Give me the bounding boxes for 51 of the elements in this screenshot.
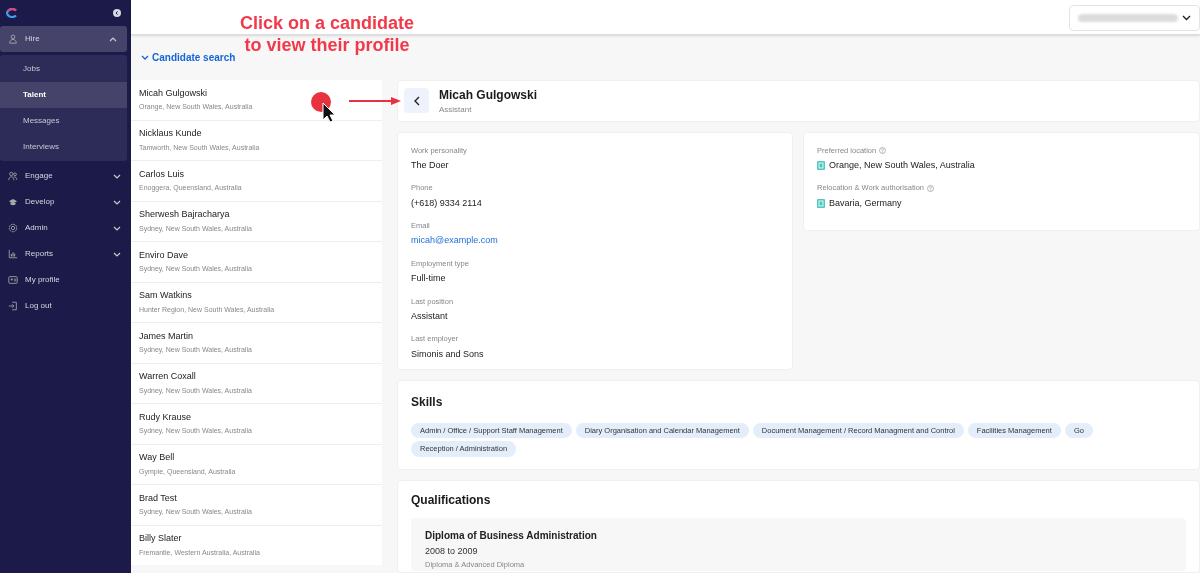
field-value: Full-time <box>411 272 447 286</box>
qualification-title: Diploma of Business Administration <box>425 528 598 543</box>
field-value: (+618) 9334 2114 <box>411 196 483 210</box>
chevron-up-icon <box>109 36 117 42</box>
submenu-item[interactable]: Talent <box>0 82 127 108</box>
chevron-down-icon <box>113 173 121 179</box>
submenu-item[interactable]: Interviews <box>0 134 127 160</box>
sidebar-item[interactable]: Reports <box>0 241 131 267</box>
click-marker-icon <box>310 91 336 125</box>
annotation-text: Click on a candidate to view their profile <box>238 12 416 56</box>
section-title: Qualifications <box>411 491 492 509</box>
sidebar-item[interactable]: Develop <box>0 189 131 215</box>
sidebar-item[interactable]: My profile <box>0 267 131 293</box>
bar-chart-icon <box>8 249 18 259</box>
help-icon <box>879 146 887 154</box>
chevron-down-icon <box>113 251 121 257</box>
field-value: Bavaria, Germany <box>829 196 902 210</box>
location-icon <box>817 161 825 171</box>
candidate-search-toggle[interactable]: Candidate search <box>141 50 236 65</box>
candidate-title: Assistant <box>439 103 473 116</box>
section-title: Skills <box>411 394 444 412</box>
help-icon <box>927 184 934 192</box>
location-icon <box>817 198 825 208</box>
settings-icon <box>8 223 18 233</box>
sidebar-item[interactable]: Log out <box>0 293 131 319</box>
field-value: Assistant <box>411 309 449 323</box>
field-value: Simonis and Sons <box>411 347 485 361</box>
sidebar-item[interactable]: Hire <box>0 26 127 52</box>
people-icon <box>8 171 18 181</box>
email-link[interactable]: micah@example.com <box>411 234 779 248</box>
logo-icon <box>6 8 18 18</box>
qualification-years: 2008 to 2009 <box>425 544 479 558</box>
chevron-left-icon <box>413 95 420 106</box>
chevron-down-icon <box>113 225 121 231</box>
field-value: The Doer <box>411 158 450 172</box>
field-value: Orange, New South Wales, Australia <box>829 158 975 172</box>
logout-icon <box>8 301 18 311</box>
back-button[interactable] <box>404 88 429 114</box>
sidebar-item[interactable]: Admin <box>0 215 131 241</box>
submenu-item[interactable]: Jobs <box>0 56 127 82</box>
annotation-arrow <box>349 96 401 106</box>
candidate-name: Micah Gulgowski <box>439 86 537 104</box>
chevron-down-icon <box>113 199 121 205</box>
sidebar-item[interactable]: Engage <box>0 163 131 189</box>
person-icon <box>8 34 18 44</box>
id-card-icon <box>8 275 18 285</box>
submenu-item[interactable]: Messages <box>0 108 127 134</box>
chevron-down-icon <box>1182 14 1191 21</box>
graduation-cap-icon <box>8 197 18 207</box>
collapse-icon[interactable] <box>113 9 121 17</box>
chevron-down-icon <box>141 55 149 60</box>
